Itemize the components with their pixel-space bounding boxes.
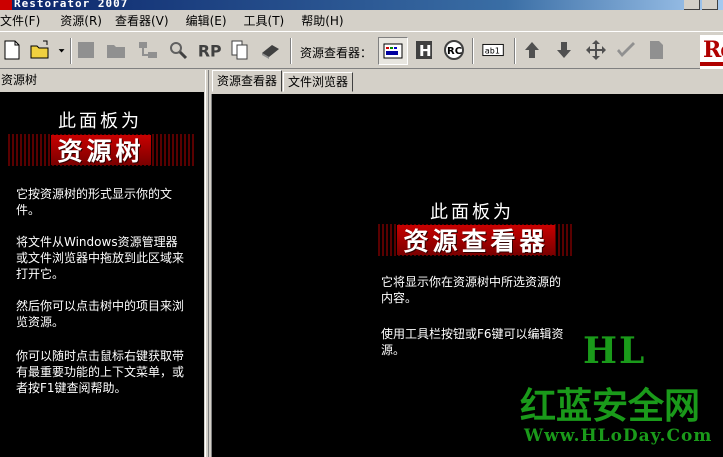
folder-icon bbox=[107, 45, 125, 58]
minimize-button[interactable] bbox=[684, 0, 700, 10]
find-button[interactable] bbox=[166, 38, 190, 62]
svg-text:RC: RC bbox=[447, 46, 462, 57]
menu-viewer[interactable]: 查看器(V) bbox=[115, 12, 176, 29]
move-all-button[interactable] bbox=[584, 38, 608, 62]
viewer-banner-text: 资源查看器 bbox=[403, 227, 549, 256]
folder-button[interactable] bbox=[104, 38, 128, 62]
copy-pages-icon bbox=[231, 40, 248, 60]
menu-tools[interactable]: 工具(T) bbox=[244, 12, 292, 29]
window-title: Restorator 2007 bbox=[14, 0, 129, 10]
viewer-tabs: 资源查看器 文件浏览器 bbox=[209, 70, 723, 92]
document-icon bbox=[650, 41, 663, 59]
open-folder-icon bbox=[30, 40, 49, 59]
rc-icon: RC bbox=[444, 40, 464, 60]
tree-icon bbox=[139, 42, 157, 58]
svg-text:ab1: ab1 bbox=[485, 46, 500, 56]
viewer-paragraph: 它将显示你在资源树中所选资源的内容。 bbox=[381, 275, 562, 305]
watermark-name: 红蓝安全网 bbox=[520, 386, 701, 427]
viewer-paragraph: 使用工具栏按钮或F6键可以编辑资源。 bbox=[381, 327, 564, 357]
chevron-down-icon bbox=[58, 49, 65, 53]
binary-button[interactable]: ab1 bbox=[480, 38, 508, 62]
tab-resource-viewer[interactable]: 资源查看器 bbox=[212, 70, 283, 92]
save-icon bbox=[78, 42, 94, 58]
document-button[interactable] bbox=[644, 38, 668, 62]
copy-button[interactable] bbox=[228, 38, 252, 62]
rp-button[interactable]: RP bbox=[196, 38, 224, 62]
rp-icon: RP bbox=[198, 42, 222, 61]
toolbar-separator bbox=[290, 38, 292, 64]
viewer-panel-banner: 资源查看器 bbox=[378, 224, 574, 256]
menu-bar: 文件(F) 资源(R) 查看器(V) 编辑(E) 工具(T) 帮助(H) bbox=[0, 10, 723, 30]
tree-paragraph: 然后你可以点击树中的项目来浏览资源。 bbox=[16, 299, 185, 329]
tree-paragraph: 将文件从Windows资源管理器或文件浏览器中拖放到此区域来打开它。 bbox=[16, 235, 185, 281]
tree-banner-text: 资源树 bbox=[57, 137, 145, 166]
hex-h-icon: H bbox=[416, 41, 432, 60]
menu-help[interactable]: 帮助(H) bbox=[301, 12, 350, 29]
viewer-hex-button[interactable]: H bbox=[412, 38, 436, 62]
tree-button[interactable] bbox=[136, 38, 160, 62]
menu-file[interactable]: 文件(F) bbox=[0, 12, 47, 29]
svg-text:H: H bbox=[419, 42, 432, 60]
restorator-logo: Re bbox=[700, 35, 723, 69]
toolbar: RP 资源查看器： H RC ab1 Re bbox=[0, 31, 723, 69]
app-icon bbox=[0, 0, 12, 10]
binary-icon: ab1 bbox=[482, 43, 504, 57]
open-dropdown-button[interactable] bbox=[56, 38, 68, 62]
title-bar: Restorator 2007 bbox=[0, 0, 723, 10]
tree-panel-banner: 资源树 bbox=[8, 134, 194, 166]
toolbar-separator bbox=[70, 38, 72, 64]
toolbar-separator bbox=[514, 38, 516, 64]
tree-panel-heading: 此面板为 bbox=[58, 111, 142, 132]
toolbar-separator bbox=[472, 38, 474, 64]
book-button[interactable] bbox=[258, 38, 282, 62]
checkmark-icon bbox=[617, 42, 635, 57]
save-button[interactable] bbox=[74, 38, 98, 62]
arrow-down-icon bbox=[557, 42, 571, 58]
new-file-icon bbox=[4, 40, 20, 60]
image-viewer-icon bbox=[383, 43, 403, 59]
watermark-brand: HL bbox=[583, 330, 647, 372]
tree-paragraph: 它按资源树的形式显示你的文件。 bbox=[16, 187, 173, 217]
viewer-label: 资源查看器： bbox=[300, 46, 373, 60]
watermark-url: Www.HLoDay.Com bbox=[524, 426, 713, 446]
move-up-button[interactable] bbox=[520, 38, 544, 62]
svg-text:RP: RP bbox=[198, 42, 222, 61]
open-button[interactable] bbox=[28, 38, 52, 62]
maximize-button[interactable] bbox=[702, 0, 718, 10]
book-icon bbox=[262, 45, 279, 59]
resource-tree-header: 资源树 bbox=[0, 71, 205, 91]
pane-splitter[interactable] bbox=[205, 70, 209, 457]
tree-paragraph: 你可以随时点击鼠标右键获取带有最重要功能的上下文菜单，或者按F1键查阅帮助。 bbox=[16, 349, 185, 395]
resource-tree-pane[interactable]: 此面板为 资源树 它按资源树的形式显示你的文件。 将文件从Windows资源管理… bbox=[0, 92, 204, 457]
viewer-image-button[interactable] bbox=[378, 37, 408, 65]
search-icon bbox=[170, 42, 188, 60]
viewer-panel-heading: 此面板为 bbox=[430, 202, 514, 223]
menu-edit[interactable]: 编辑(E) bbox=[186, 12, 234, 29]
tab-file-browser[interactable]: 文件浏览器 bbox=[283, 72, 354, 92]
move-down-button[interactable] bbox=[552, 38, 576, 62]
viewer-rc-button[interactable]: RC bbox=[442, 38, 466, 62]
new-button[interactable] bbox=[0, 38, 24, 62]
four-way-arrow-icon bbox=[586, 40, 606, 60]
arrow-up-icon bbox=[525, 42, 539, 58]
menu-resource[interactable]: 资源(R) bbox=[60, 12, 109, 29]
apply-button[interactable] bbox=[614, 38, 638, 62]
